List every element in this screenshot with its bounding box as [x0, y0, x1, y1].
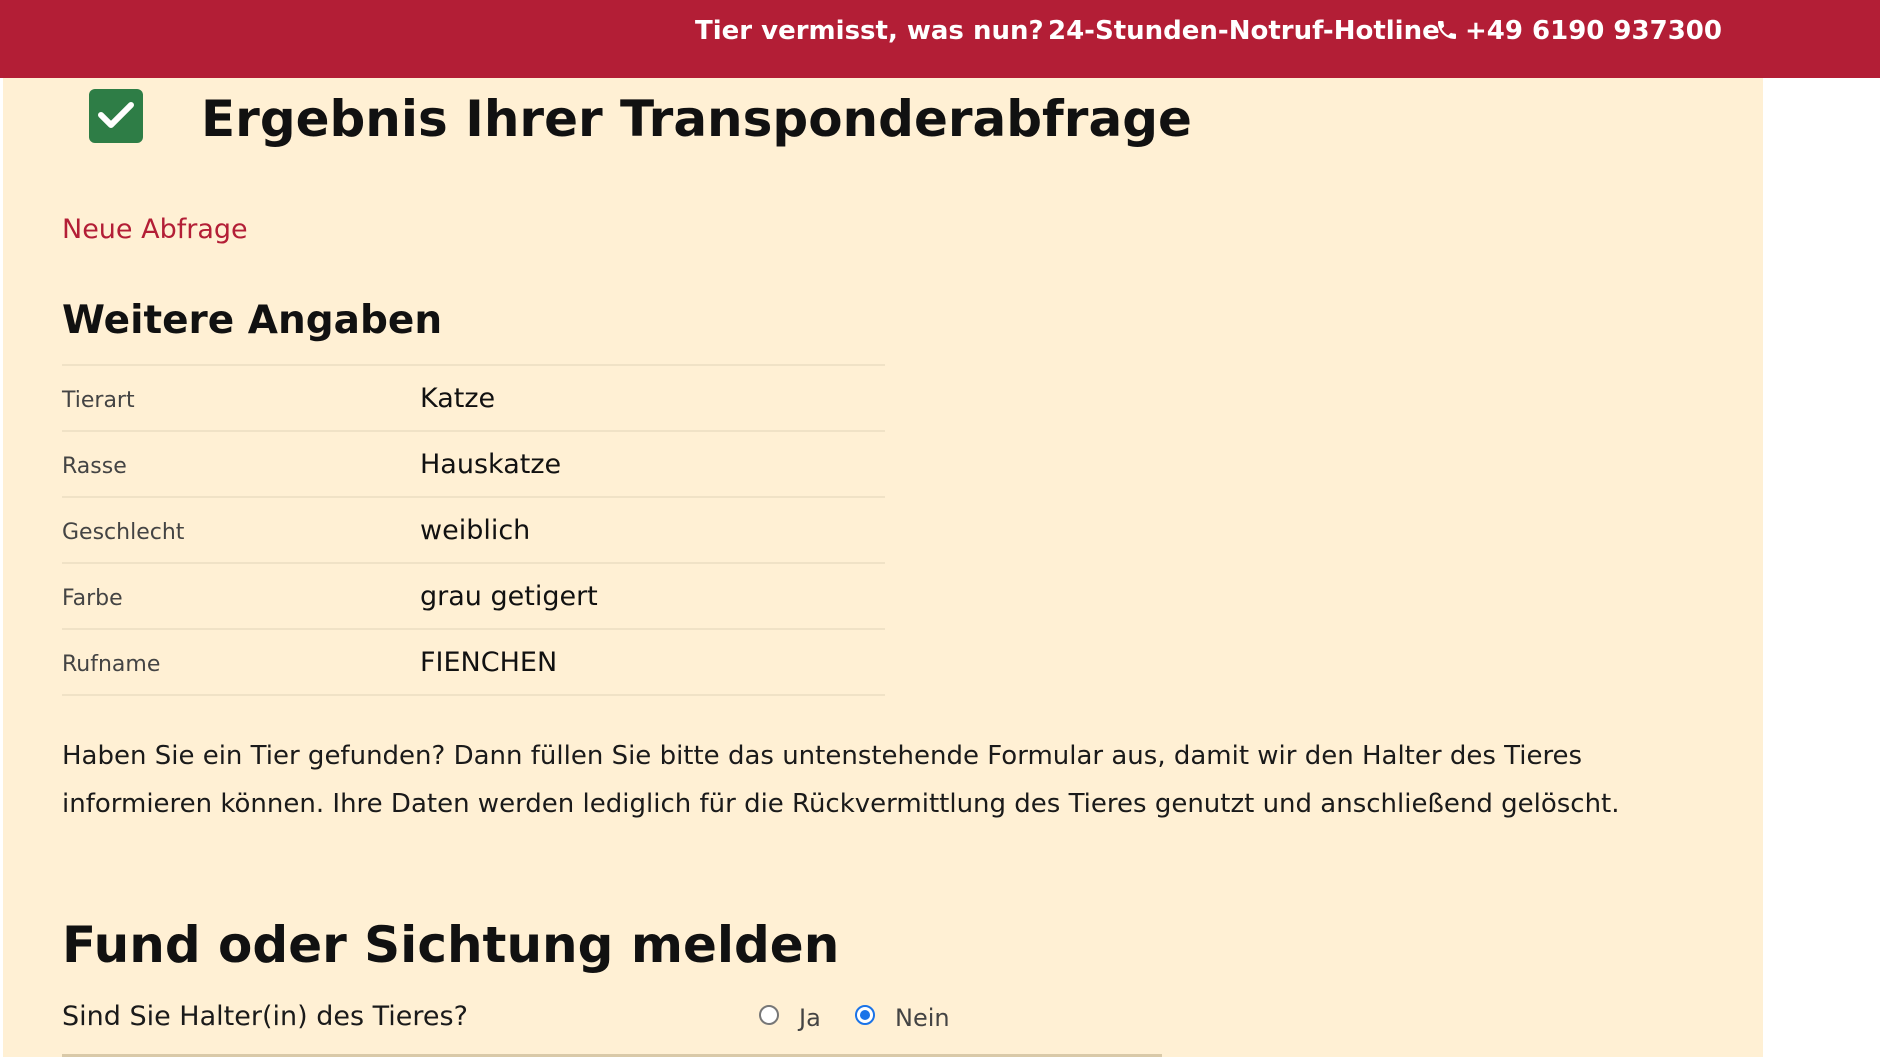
details-label: Rasse	[62, 454, 127, 479]
new-query-link[interactable]: Neue Abfrage	[62, 210, 248, 250]
hotline-phone-link[interactable]: +49 6190 937300	[1435, 14, 1722, 48]
owner-question-label: Sind Sie Halter(in) des Tieres?	[62, 1001, 468, 1032]
details-row-farbe: Farbe grau getigert	[62, 564, 885, 630]
phone-icon	[1438, 21, 1456, 39]
radio-label-nein: Nein	[895, 1004, 950, 1032]
report-heading: Fund oder Sichtung melden	[62, 916, 840, 974]
details-row-geschlecht: Geschlecht weiblich	[62, 498, 885, 564]
details-value: weiblich	[420, 515, 531, 546]
top-bar: Tier vermisst, was nun? 24-Stunden-Notru…	[0, 0, 1880, 78]
radio-label-ja: Ja	[799, 1004, 821, 1032]
details-heading: Weitere Angaben	[62, 298, 443, 343]
lost-pet-link[interactable]: Tier vermisst, was nun?	[695, 14, 1044, 48]
owner-radio-ja[interactable]: Ja	[759, 1001, 829, 1035]
details-value: FIENCHEN	[420, 647, 558, 678]
phone-number: +49 6190 937300	[1465, 16, 1722, 46]
details-row-rasse: Rasse Hauskatze	[62, 432, 885, 498]
details-label: Tierart	[62, 388, 135, 413]
details-label: Rufname	[62, 652, 161, 677]
hotline-label: 24-Stunden-Notruf-Hotline	[1048, 16, 1440, 46]
page-title: Ergebnis Ihrer Transponderabfrage	[201, 90, 1192, 148]
details-table: Tierart Katze Rasse Hauskatze Geschlecht…	[62, 364, 885, 696]
details-value: Hauskatze	[420, 449, 562, 480]
details-label: Geschlecht	[62, 520, 185, 545]
owner-radio-nein[interactable]: Nein	[855, 1001, 955, 1035]
radio-button-ja[interactable]	[759, 1005, 779, 1025]
check-square-icon	[89, 89, 143, 143]
radio-button-nein[interactable]	[855, 1005, 875, 1025]
details-value: Katze	[420, 383, 496, 414]
details-row-rufname: Rufname FIENCHEN	[62, 630, 885, 696]
details-row-tierart: Tierart Katze	[62, 366, 885, 432]
found-pet-info-text: Haben Sie ein Tier gefunden? Dann füllen…	[62, 741, 1620, 819]
details-value: grau getigert	[420, 581, 598, 612]
details-label: Farbe	[62, 586, 123, 611]
